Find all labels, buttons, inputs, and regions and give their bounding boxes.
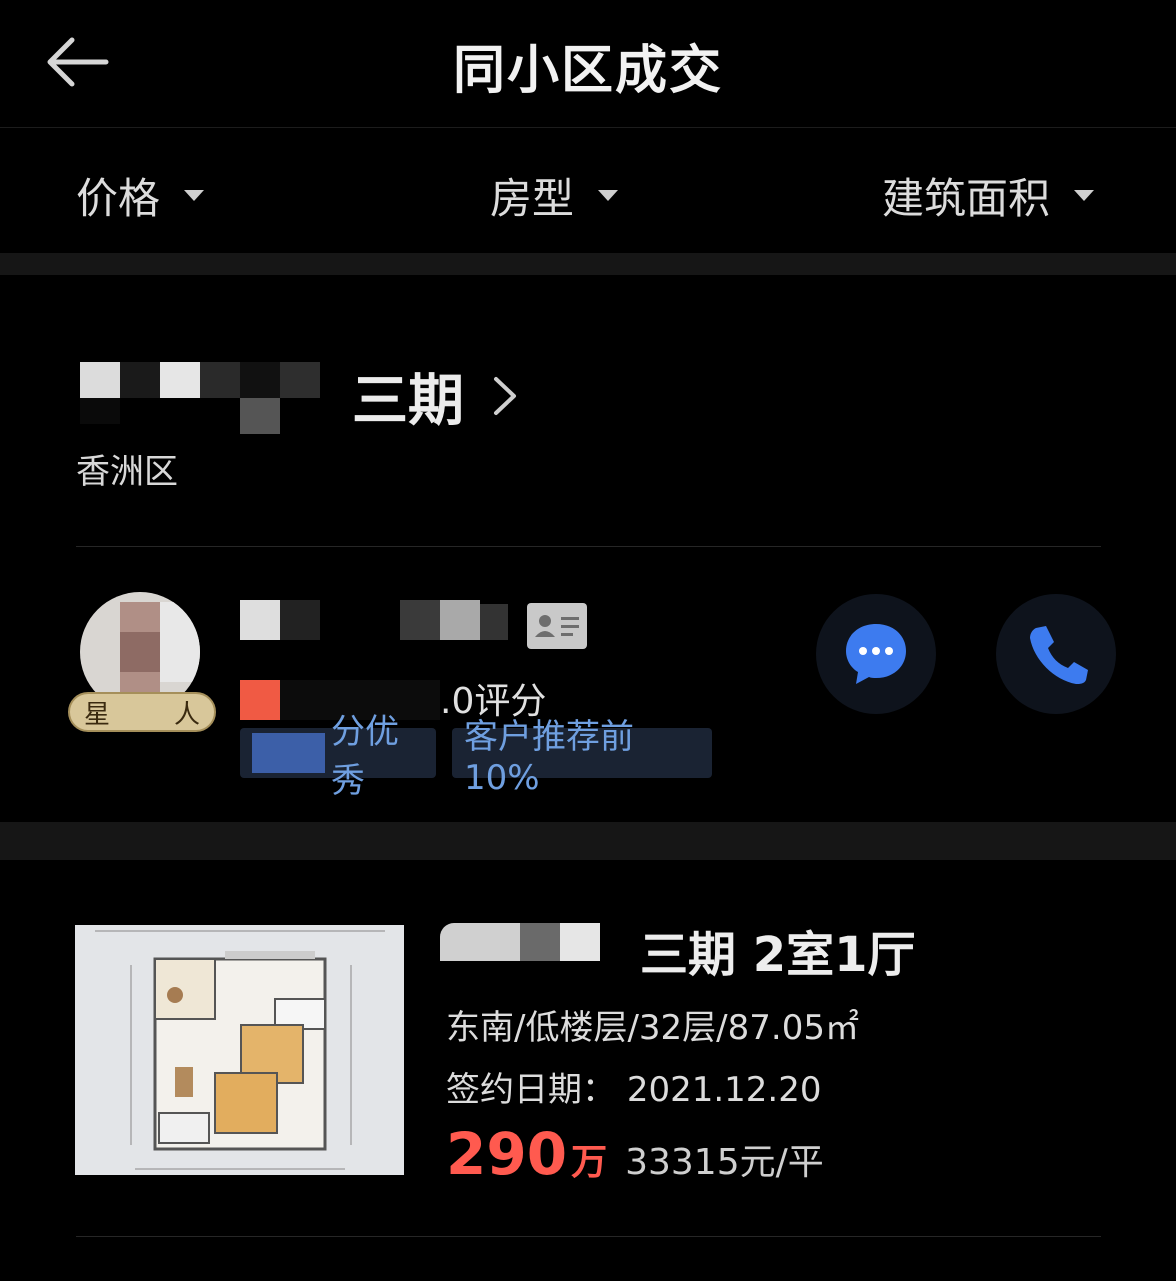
phone-icon (1030, 626, 1088, 684)
redacted-mosaic (240, 680, 280, 720)
listing-price: 290 万 33315元/平 (446, 1120, 824, 1190)
section-separator (0, 253, 1176, 275)
section-separator (0, 822, 1176, 860)
id-card-icon (527, 603, 587, 649)
filter-room-type-label: 房型 (490, 173, 575, 223)
filter-area-label: 建筑面积 (882, 173, 1051, 223)
chat-bubble-icon (846, 624, 906, 684)
chat-button[interactable] (816, 594, 936, 714)
filter-price[interactable]: 价格 (76, 165, 205, 225)
agent-tag-1-label: 分优秀 (330, 712, 399, 801)
caret-down-icon (598, 189, 619, 201)
community-name[interactable]: 三期 (352, 360, 518, 434)
listing-info: 东南/低楼层/32层/87.05㎡ (446, 1008, 859, 1048)
chevron-right-icon (494, 377, 516, 415)
filter-room-type[interactable]: 房型 (490, 165, 619, 225)
caret-down-icon (184, 189, 205, 201)
floor-plan-image (75, 925, 404, 1175)
page-title: 同小区成交 (452, 41, 723, 101)
price-unit: 万 (571, 1142, 608, 1183)
filter-price-label: 价格 (76, 173, 161, 223)
district-label: 香洲区 (76, 452, 178, 492)
date-label: 签约日期： (446, 1070, 616, 1110)
call-button[interactable] (996, 594, 1116, 714)
agent-tag-2: 客户推荐前10% (452, 717, 712, 798)
top-bar: 同小区成交 (0, 0, 1176, 128)
price-value: 290 (446, 1120, 568, 1188)
agent-tag-1: 分优秀 (240, 712, 436, 801)
redacted-mosaic (252, 733, 325, 773)
redacted-mosaic (80, 362, 352, 434)
unit-price: 33315元/平 (625, 1142, 824, 1183)
caret-down-icon (1074, 189, 1095, 201)
listing-title[interactable]: 三期 2室1厅 (640, 918, 916, 983)
divider (76, 1236, 1101, 1237)
badge-text-left: 星 (84, 699, 111, 730)
floor-plan-thumbnail[interactable] (75, 925, 404, 1175)
listing-date: 签约日期： 2021.12.20 (446, 1062, 821, 1111)
agent-level-badge: 星 人 (68, 692, 216, 732)
community-name-label: 三期 (352, 368, 464, 434)
filter-area[interactable]: 建筑面积 (882, 165, 1095, 225)
agent-tag-2-label: 客户推荐前10% (464, 716, 634, 798)
redacted-agent-name (240, 600, 508, 640)
date-value: 2021.12.20 (626, 1070, 822, 1110)
divider (76, 546, 1101, 547)
redacted-mosaic (440, 923, 620, 961)
badge-text-right: 人 (173, 699, 200, 730)
